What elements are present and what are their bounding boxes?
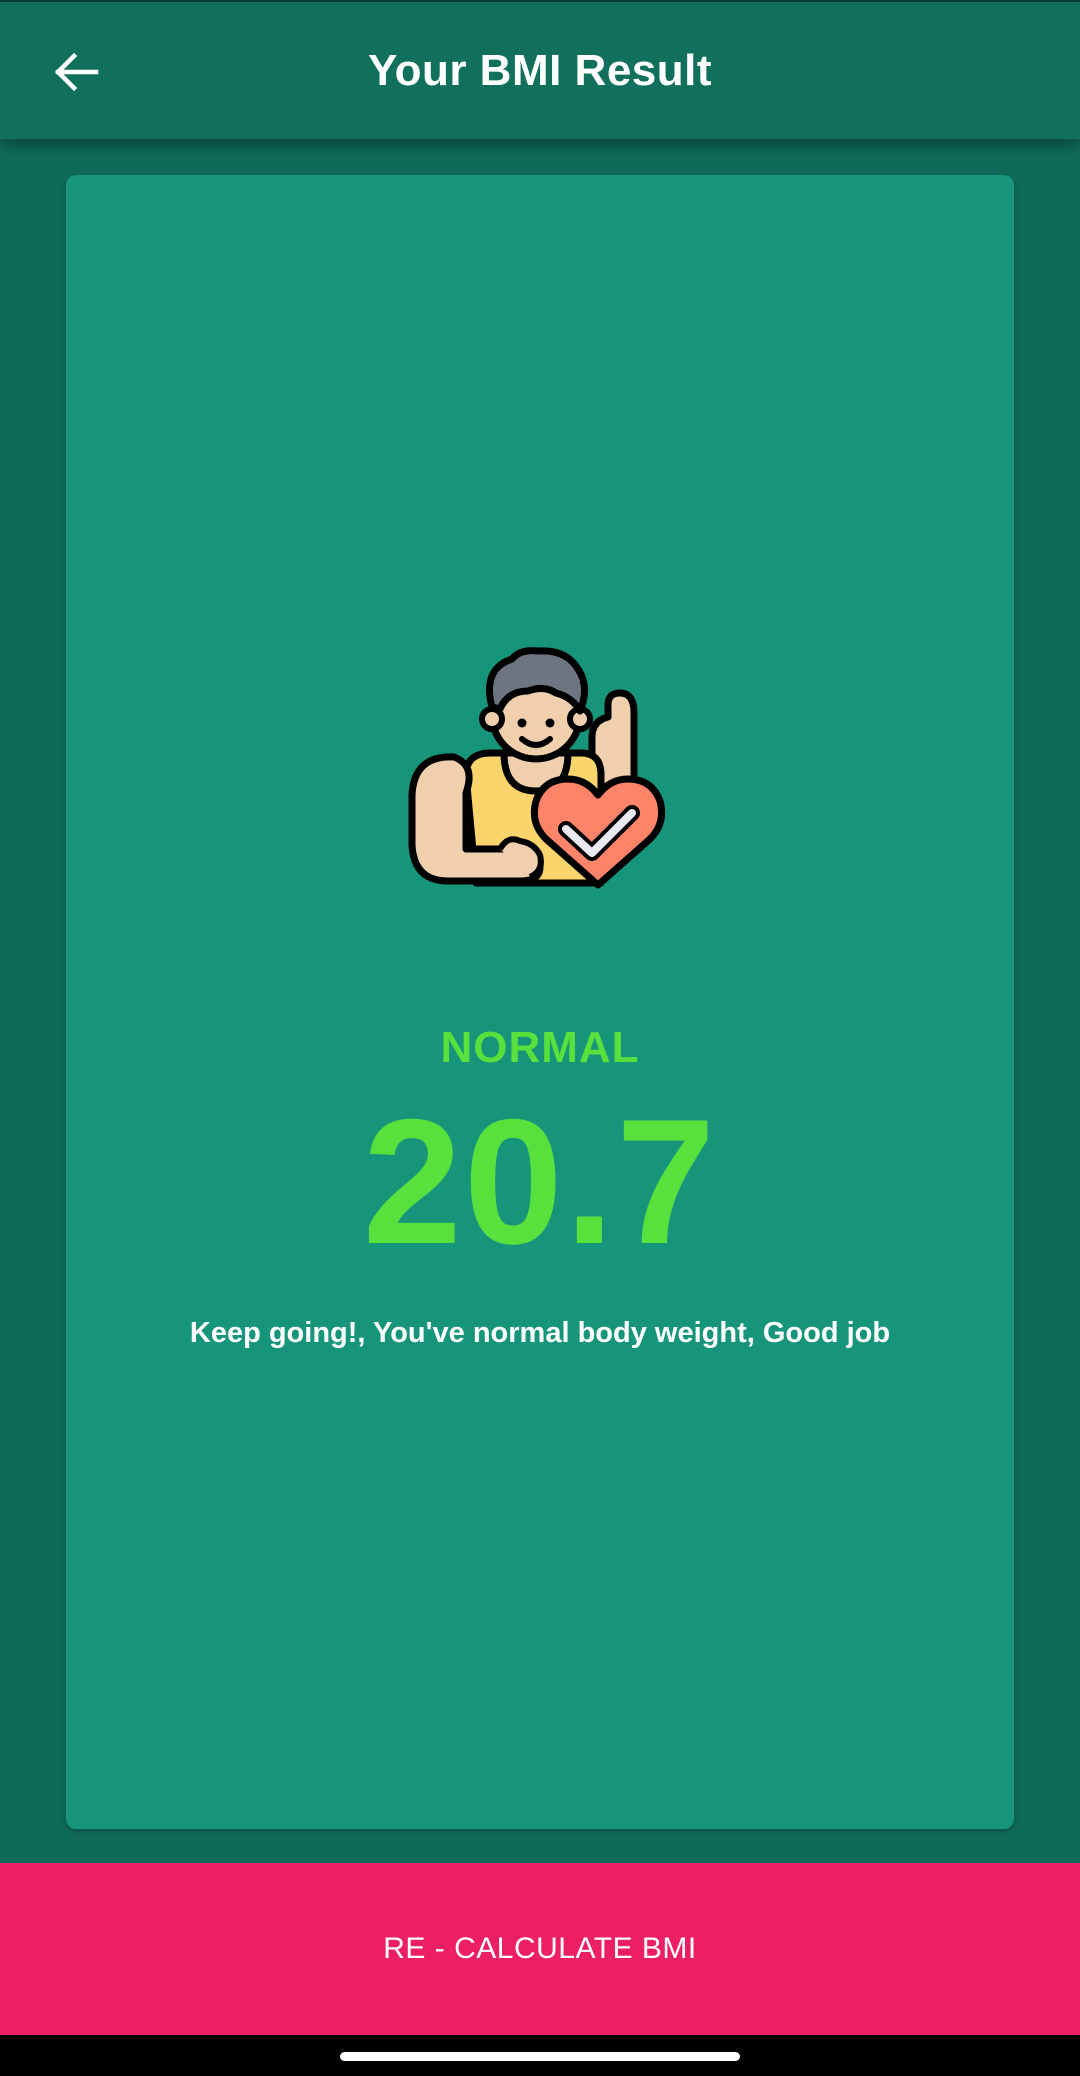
page-title: Your BMI Result	[367, 45, 713, 95]
fit-person-heart-check-icon	[408, 647, 666, 889]
bmi-status-label: NORMAL	[440, 1023, 640, 1072]
result-card: NORMAL 20.7 Keep going!, You've normal b…	[66, 175, 1014, 1829]
app-bar: Your BMI Result	[0, 2, 1080, 139]
home-indicator[interactable]	[340, 2052, 740, 2061]
bmi-message: Keep going!, You've normal body weight, …	[189, 1317, 891, 1349]
recalculate-bmi-button[interactable]: RE - CALCULATE BMI	[0, 1863, 1080, 2035]
arrow-left-icon	[54, 52, 99, 92]
bmi-result-screen: Your BMI Result NORMAL 20.7 Keep going!,…	[0, 0, 1080, 2076]
system-navigation-bar	[0, 2035, 1080, 2076]
bmi-value: 20.7	[362, 1082, 718, 1281]
back-button[interactable]	[40, 40, 112, 104]
